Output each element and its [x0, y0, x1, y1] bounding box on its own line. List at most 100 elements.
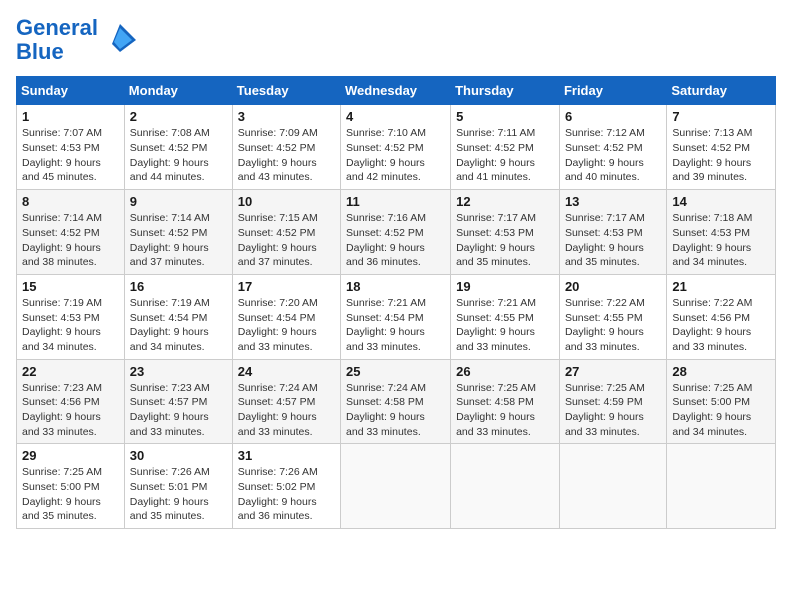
calendar-cell: 20 Sunrise: 7:22 AMSunset: 4:55 PMDaylig…	[559, 274, 666, 359]
day-info: Sunrise: 7:25 AMSunset: 5:00 PMDaylight:…	[22, 465, 119, 524]
day-info: Sunrise: 7:18 AMSunset: 4:53 PMDaylight:…	[672, 211, 770, 270]
calendar-cell: 6 Sunrise: 7:12 AMSunset: 4:52 PMDayligh…	[559, 105, 666, 190]
page-header: GeneralBlue	[16, 16, 776, 64]
day-number: 12	[456, 194, 554, 209]
calendar-cell: 17 Sunrise: 7:20 AMSunset: 4:54 PMDaylig…	[232, 274, 340, 359]
logo: GeneralBlue	[16, 16, 138, 64]
calendar-cell: 27 Sunrise: 7:25 AMSunset: 4:59 PMDaylig…	[559, 359, 666, 444]
day-number: 3	[238, 109, 335, 124]
day-info: Sunrise: 7:13 AMSunset: 4:52 PMDaylight:…	[672, 126, 770, 185]
calendar-cell: 28 Sunrise: 7:25 AMSunset: 5:00 PMDaylig…	[667, 359, 776, 444]
day-info: Sunrise: 7:19 AMSunset: 4:54 PMDaylight:…	[130, 296, 227, 355]
calendar-cell: 7 Sunrise: 7:13 AMSunset: 4:52 PMDayligh…	[667, 105, 776, 190]
day-number: 27	[565, 364, 661, 379]
day-info: Sunrise: 7:20 AMSunset: 4:54 PMDaylight:…	[238, 296, 335, 355]
day-number: 22	[22, 364, 119, 379]
calendar-week: 1 Sunrise: 7:07 AMSunset: 4:53 PMDayligh…	[17, 105, 776, 190]
calendar-cell: 14 Sunrise: 7:18 AMSunset: 4:53 PMDaylig…	[667, 190, 776, 275]
weekday-header: Friday	[559, 77, 666, 105]
calendar-cell: 13 Sunrise: 7:17 AMSunset: 4:53 PMDaylig…	[559, 190, 666, 275]
day-number: 7	[672, 109, 770, 124]
day-number: 17	[238, 279, 335, 294]
day-number: 13	[565, 194, 661, 209]
logo-text: GeneralBlue	[16, 16, 98, 64]
day-info: Sunrise: 7:11 AMSunset: 4:52 PMDaylight:…	[456, 126, 554, 185]
weekday-header: Saturday	[667, 77, 776, 105]
day-info: Sunrise: 7:10 AMSunset: 4:52 PMDaylight:…	[346, 126, 445, 185]
day-number: 19	[456, 279, 554, 294]
calendar-cell: 4 Sunrise: 7:10 AMSunset: 4:52 PMDayligh…	[341, 105, 451, 190]
day-info: Sunrise: 7:25 AMSunset: 5:00 PMDaylight:…	[672, 381, 770, 440]
calendar-cell: 10 Sunrise: 7:15 AMSunset: 4:52 PMDaylig…	[232, 190, 340, 275]
day-info: Sunrise: 7:25 AMSunset: 4:59 PMDaylight:…	[565, 381, 661, 440]
day-number: 21	[672, 279, 770, 294]
day-number: 25	[346, 364, 445, 379]
calendar-cell: 8 Sunrise: 7:14 AMSunset: 4:52 PMDayligh…	[17, 190, 125, 275]
day-number: 8	[22, 194, 119, 209]
calendar-header: SundayMondayTuesdayWednesdayThursdayFrid…	[17, 77, 776, 105]
day-number: 14	[672, 194, 770, 209]
calendar-cell: 22 Sunrise: 7:23 AMSunset: 4:56 PMDaylig…	[17, 359, 125, 444]
day-info: Sunrise: 7:17 AMSunset: 4:53 PMDaylight:…	[565, 211, 661, 270]
day-info: Sunrise: 7:15 AMSunset: 4:52 PMDaylight:…	[238, 211, 335, 270]
day-number: 9	[130, 194, 227, 209]
calendar-cell: 30 Sunrise: 7:26 AMSunset: 5:01 PMDaylig…	[124, 444, 232, 529]
calendar-cell	[451, 444, 560, 529]
day-info: Sunrise: 7:07 AMSunset: 4:53 PMDaylight:…	[22, 126, 119, 185]
day-info: Sunrise: 7:22 AMSunset: 4:56 PMDaylight:…	[672, 296, 770, 355]
day-info: Sunrise: 7:22 AMSunset: 4:55 PMDaylight:…	[565, 296, 661, 355]
calendar-week: 29 Sunrise: 7:25 AMSunset: 5:00 PMDaylig…	[17, 444, 776, 529]
calendar-week: 8 Sunrise: 7:14 AMSunset: 4:52 PMDayligh…	[17, 190, 776, 275]
calendar-cell: 11 Sunrise: 7:16 AMSunset: 4:52 PMDaylig…	[341, 190, 451, 275]
day-info: Sunrise: 7:23 AMSunset: 4:57 PMDaylight:…	[130, 381, 227, 440]
day-info: Sunrise: 7:25 AMSunset: 4:58 PMDaylight:…	[456, 381, 554, 440]
calendar-cell: 15 Sunrise: 7:19 AMSunset: 4:53 PMDaylig…	[17, 274, 125, 359]
day-info: Sunrise: 7:24 AMSunset: 4:57 PMDaylight:…	[238, 381, 335, 440]
day-number: 16	[130, 279, 227, 294]
day-number: 1	[22, 109, 119, 124]
day-number: 29	[22, 448, 119, 463]
day-info: Sunrise: 7:26 AMSunset: 5:01 PMDaylight:…	[130, 465, 227, 524]
weekday-header: Thursday	[451, 77, 560, 105]
day-info: Sunrise: 7:09 AMSunset: 4:52 PMDaylight:…	[238, 126, 335, 185]
calendar-week: 15 Sunrise: 7:19 AMSunset: 4:53 PMDaylig…	[17, 274, 776, 359]
calendar-cell	[667, 444, 776, 529]
day-number: 11	[346, 194, 445, 209]
day-number: 18	[346, 279, 445, 294]
day-info: Sunrise: 7:21 AMSunset: 4:54 PMDaylight:…	[346, 296, 445, 355]
day-info: Sunrise: 7:26 AMSunset: 5:02 PMDaylight:…	[238, 465, 335, 524]
calendar-cell	[341, 444, 451, 529]
calendar-cell: 21 Sunrise: 7:22 AMSunset: 4:56 PMDaylig…	[667, 274, 776, 359]
day-info: Sunrise: 7:19 AMSunset: 4:53 PMDaylight:…	[22, 296, 119, 355]
calendar-cell: 25 Sunrise: 7:24 AMSunset: 4:58 PMDaylig…	[341, 359, 451, 444]
calendar-cell: 1 Sunrise: 7:07 AMSunset: 4:53 PMDayligh…	[17, 105, 125, 190]
calendar-cell: 5 Sunrise: 7:11 AMSunset: 4:52 PMDayligh…	[451, 105, 560, 190]
calendar-cell: 2 Sunrise: 7:08 AMSunset: 4:52 PMDayligh…	[124, 105, 232, 190]
weekday-header: Monday	[124, 77, 232, 105]
weekday-header: Tuesday	[232, 77, 340, 105]
day-number: 4	[346, 109, 445, 124]
calendar-cell: 26 Sunrise: 7:25 AMSunset: 4:58 PMDaylig…	[451, 359, 560, 444]
day-number: 31	[238, 448, 335, 463]
day-number: 15	[22, 279, 119, 294]
logo-icon	[102, 22, 138, 58]
calendar-cell: 29 Sunrise: 7:25 AMSunset: 5:00 PMDaylig…	[17, 444, 125, 529]
day-info: Sunrise: 7:08 AMSunset: 4:52 PMDaylight:…	[130, 126, 227, 185]
day-number: 2	[130, 109, 227, 124]
day-number: 23	[130, 364, 227, 379]
calendar-week: 22 Sunrise: 7:23 AMSunset: 4:56 PMDaylig…	[17, 359, 776, 444]
day-info: Sunrise: 7:12 AMSunset: 4:52 PMDaylight:…	[565, 126, 661, 185]
calendar-cell: 3 Sunrise: 7:09 AMSunset: 4:52 PMDayligh…	[232, 105, 340, 190]
day-info: Sunrise: 7:24 AMSunset: 4:58 PMDaylight:…	[346, 381, 445, 440]
day-info: Sunrise: 7:23 AMSunset: 4:56 PMDaylight:…	[22, 381, 119, 440]
day-info: Sunrise: 7:21 AMSunset: 4:55 PMDaylight:…	[456, 296, 554, 355]
calendar-cell: 9 Sunrise: 7:14 AMSunset: 4:52 PMDayligh…	[124, 190, 232, 275]
day-number: 5	[456, 109, 554, 124]
calendar-cell	[559, 444, 666, 529]
calendar-table: SundayMondayTuesdayWednesdayThursdayFrid…	[16, 76, 776, 529]
calendar-cell: 23 Sunrise: 7:23 AMSunset: 4:57 PMDaylig…	[124, 359, 232, 444]
weekday-header: Wednesday	[341, 77, 451, 105]
calendar-cell: 31 Sunrise: 7:26 AMSunset: 5:02 PMDaylig…	[232, 444, 340, 529]
day-number: 30	[130, 448, 227, 463]
weekday-header: Sunday	[17, 77, 125, 105]
